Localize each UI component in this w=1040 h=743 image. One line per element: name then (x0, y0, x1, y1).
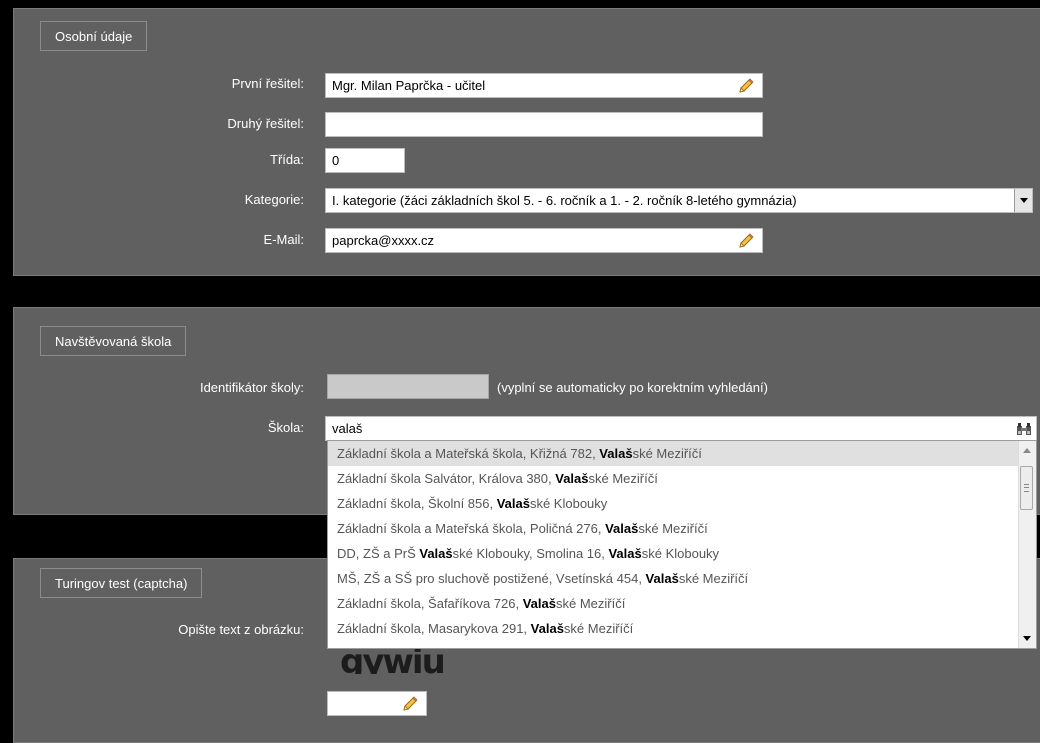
pencil-icon[interactable] (402, 696, 418, 712)
chevron-down-icon[interactable] (1014, 189, 1032, 212)
prvni-resitel-input[interactable]: Mgr. Milan Paprčka - učitel (325, 73, 763, 98)
email-input[interactable]: paprcka@xxxx.cz (325, 228, 763, 253)
autocomplete-scrollbar[interactable] (1018, 441, 1036, 648)
autocomplete-item[interactable]: Základní škola, Masarykova 291, Valašské… (328, 616, 1018, 641)
identifikator-input (327, 374, 489, 399)
binoculars-icon[interactable] (1016, 422, 1032, 436)
captcha-label: Opište text z obrázku: (178, 622, 304, 637)
skola-search-input[interactable]: valaš (325, 416, 1037, 441)
captcha-legend: Turingov test (captcha) (40, 568, 203, 598)
autocomplete-item[interactable]: Základní škola, Školní 856, Valašské Klo… (328, 491, 1018, 516)
navstevovana-skola-legend: Navštěvovaná škola (40, 326, 187, 356)
autocomplete-item[interactable]: Základní škola, Šafaříkova 726, Valašské… (328, 591, 1018, 616)
prvni-resitel-label: První řešitel: (231, 76, 304, 91)
autocomplete-item[interactable]: DD, ZŠ a PrŠ Valašské Klobouky, Smolina … (328, 541, 1018, 566)
autocomplete-item[interactable]: Základní škola Salvátor, Králova 380, Va… (328, 466, 1018, 491)
kategorie-select[interactable]: I. kategorie (žáci základních škol 5. - … (325, 188, 1033, 213)
captcha-image: gywiu (340, 648, 444, 674)
pencil-icon[interactable] (738, 78, 754, 94)
skola-label: Škola: (267, 420, 304, 435)
pencil-icon[interactable] (738, 233, 754, 249)
scroll-down-arrow-icon[interactable] (1023, 636, 1031, 641)
email-label: E-Mail: (263, 232, 304, 247)
captcha-input[interactable] (327, 691, 427, 716)
kategorie-selected-value: I. kategorie (žáci základních škol 5. - … (332, 193, 797, 208)
osobni-udaje-legend: Osobní údaje (40, 21, 148, 51)
kategorie-label: Kategorie: (244, 192, 304, 207)
autocomplete-item[interactable]: MŠ, ZŠ a SŠ pro sluchově postižené, Vset… (328, 566, 1018, 591)
skola-search-value: valaš (332, 421, 363, 436)
druhy-resitel-label: Druhý řešitel: (227, 116, 304, 131)
prvni-resitel-value: Mgr. Milan Paprčka - učitel (332, 78, 486, 93)
identifikator-label: Identifikátor školy: (199, 380, 304, 395)
autocomplete-item[interactable]: Základní škola a Mateřská škola, Poličná… (328, 516, 1018, 541)
email-value: paprcka@xxxx.cz (332, 233, 435, 248)
autocomplete-item[interactable]: Základní škola a Mateřská škola, Křižná … (328, 441, 1018, 466)
trida-input[interactable]: 0 (325, 148, 405, 173)
druhy-resitel-input[interactable] (325, 112, 763, 137)
scroll-up-arrow-icon[interactable] (1023, 448, 1031, 453)
school-autocomplete-list: Základní škola a Mateřská škola, Křižná … (327, 440, 1037, 649)
scrollbar-thumb[interactable] (1020, 466, 1033, 510)
trida-label: Třída: (270, 152, 304, 167)
identifikator-hint: (vyplní se automaticky po korektním vyhl… (497, 380, 768, 395)
